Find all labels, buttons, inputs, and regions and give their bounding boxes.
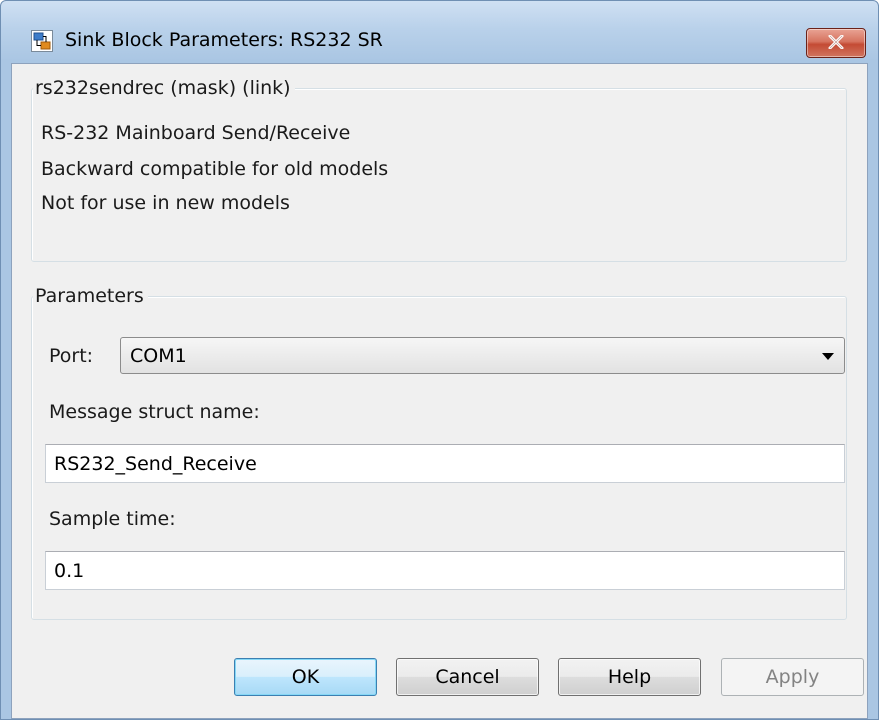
description-line: Backward compatible for old models: [41, 158, 389, 180]
mask-group-label: rs232sendrec (mask) (link): [33, 76, 295, 100]
help-button[interactable]: Help: [558, 658, 701, 696]
simulink-block-icon: [31, 30, 53, 52]
apply-button[interactable]: Apply: [721, 658, 864, 696]
title-bar[interactable]: Sink Block Parameters: RS232 SR: [1, 1, 878, 63]
description-line: RS-232 Mainboard Send/Receive: [41, 122, 351, 144]
sample-time-input[interactable]: [45, 551, 845, 590]
dialog-body: rs232sendrec (mask) (link) RS-232 Mainbo…: [11, 63, 868, 719]
chevron-down-icon: [822, 353, 834, 360]
dialog-window: Sink Block Parameters: RS232 SR rs232sen…: [0, 0, 879, 720]
cancel-button[interactable]: Cancel: [396, 658, 539, 696]
port-label: Port:: [49, 345, 94, 367]
parameters-group-label: Parameters: [33, 284, 148, 308]
message-struct-name-label: Message struct name:: [49, 401, 260, 423]
port-selected-value: COM1: [130, 345, 187, 367]
description-line: Not for use in new models: [41, 192, 290, 214]
message-struct-name-input[interactable]: [45, 444, 845, 483]
window-title: Sink Block Parameters: RS232 SR: [65, 29, 383, 51]
port-dropdown[interactable]: COM1: [120, 337, 845, 374]
ok-button[interactable]: OK: [234, 658, 377, 696]
close-icon: [828, 34, 844, 53]
close-button[interactable]: [806, 28, 866, 58]
sample-time-label: Sample time:: [49, 508, 176, 530]
